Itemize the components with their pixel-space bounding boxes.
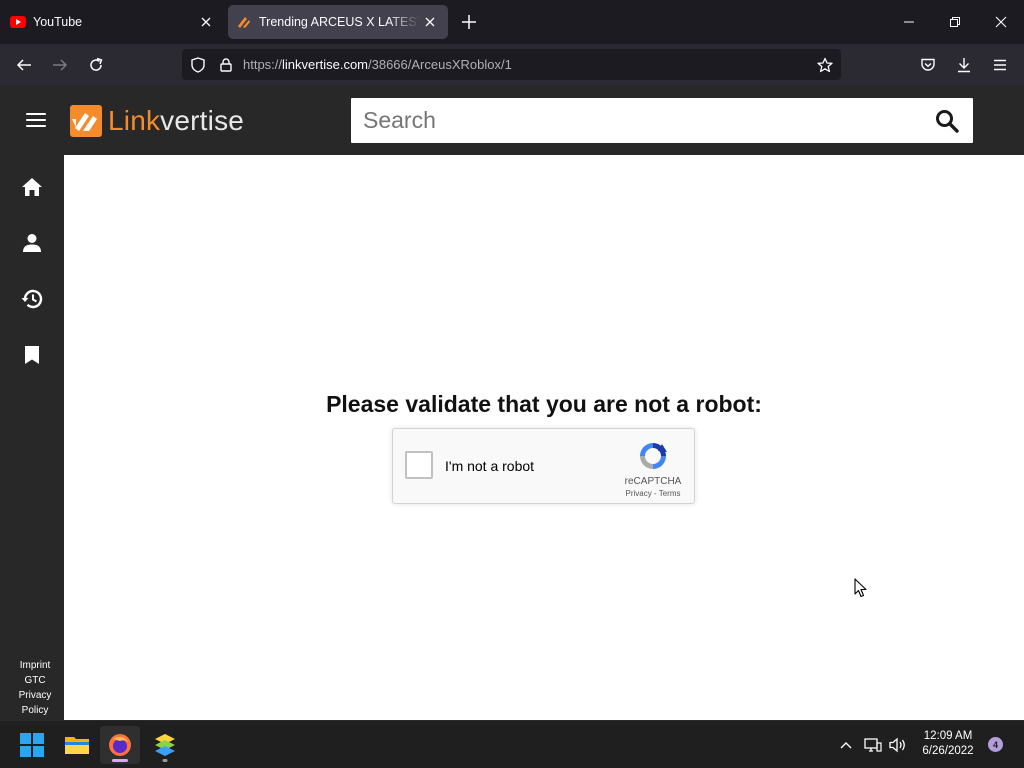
mouse-cursor-icon xyxy=(854,578,867,598)
site-sidebar: Imprint GTC Privacy Policy xyxy=(0,155,64,720)
captcha-checkbox[interactable] xyxy=(405,451,433,479)
search-input[interactable] xyxy=(351,98,911,143)
recaptcha-links[interactable]: Privacy - Terms xyxy=(615,489,691,498)
url-prefix: https:// xyxy=(243,57,283,72)
search-icon xyxy=(936,110,959,133)
close-icon xyxy=(995,16,1007,28)
clock-date: 6/26/2022 xyxy=(922,745,974,757)
sidebar-item-bookmarks[interactable] xyxy=(0,333,64,377)
arrow-left-icon xyxy=(16,59,31,71)
windows-taskbar: 12:09 AM 6/26/2022 4 xyxy=(0,720,1024,768)
downloads-button[interactable] xyxy=(951,52,977,78)
clock-time: 12:09 AM xyxy=(923,730,973,742)
gtc-link[interactable]: GTC xyxy=(0,673,70,688)
forward-button[interactable] xyxy=(47,52,73,78)
minimize-window-button[interactable] xyxy=(895,8,923,36)
new-tab-button[interactable] xyxy=(459,12,479,32)
captcha-prompt: Please validate that you are not a robot… xyxy=(326,391,762,417)
home-icon xyxy=(22,178,42,196)
chevron-up-icon xyxy=(840,742,852,749)
person-icon xyxy=(23,234,41,252)
pocket-icon xyxy=(921,58,935,71)
sidebar-footer: Imprint GTC Privacy Policy xyxy=(0,658,70,718)
back-button[interactable] xyxy=(11,52,37,78)
browser-tab-strip: YouTube Trending ARCEUS X LATEST VERSION xyxy=(0,0,1024,44)
volume-control[interactable] xyxy=(887,734,909,756)
tab-youtube[interactable]: YouTube xyxy=(0,0,224,44)
folder-icon xyxy=(65,737,89,754)
start-button[interactable] xyxy=(12,726,52,764)
reload-icon xyxy=(90,57,103,71)
imprint-link[interactable]: Imprint xyxy=(0,658,70,673)
tab-title: YouTube xyxy=(33,15,83,29)
browser-navigation-bar: https://linkvertise.com/38666/ArceusXRob… xyxy=(0,44,1024,85)
hamburger-line xyxy=(26,119,46,121)
main-content: Please validate that you are not a robot… xyxy=(64,155,1024,720)
captcha-label: I'm not a robot xyxy=(445,458,535,474)
taskbar-clock[interactable]: 12:09 AM 6/26/2022 xyxy=(912,729,984,759)
url-path: /38666/ArceusXRoblox/1 xyxy=(368,57,512,72)
hamburger-line xyxy=(26,125,46,127)
minimize-icon xyxy=(904,21,914,23)
restore-window-button[interactable] xyxy=(941,8,969,36)
url-domain: linkvertise.com xyxy=(282,57,368,72)
sidebar-item-profile[interactable] xyxy=(0,221,64,265)
menu-icon xyxy=(994,59,1006,71)
running-app-indicator xyxy=(162,759,168,762)
screen: YouTube Trending ARCEUS X LATEST VERSION xyxy=(0,0,1024,768)
shield-icon[interactable] xyxy=(187,54,209,76)
hamburger-line xyxy=(26,113,46,115)
lock-icon[interactable] xyxy=(215,54,237,76)
bookmark-star-icon[interactable] xyxy=(814,54,836,76)
restore-icon xyxy=(950,17,960,27)
network-status[interactable] xyxy=(862,734,884,756)
recaptcha-widget: I'm not a robot reCAPTCHA Privacy - Term… xyxy=(392,428,695,504)
linkvertise-logo[interactable]: Linkvertise xyxy=(70,104,244,138)
show-hidden-icons-button[interactable] xyxy=(835,734,857,756)
tab-linkvertise[interactable]: Trending ARCEUS X LATEST VERSION xyxy=(228,5,448,39)
history-icon xyxy=(21,289,43,309)
bluestacks-icon xyxy=(155,734,175,756)
logo-wordmark: Linkvertise xyxy=(108,105,244,137)
linkvertise-favicon xyxy=(236,14,252,30)
notification-badge[interactable]: 4 xyxy=(988,737,1003,752)
sidebar-item-history[interactable] xyxy=(0,277,64,321)
logo-word-link: Link xyxy=(108,105,161,136)
url-text[interactable]: https://linkvertise.com/38666/ArceusXRob… xyxy=(243,57,512,72)
close-tab-icon[interactable] xyxy=(196,12,216,32)
reload-button[interactable] xyxy=(83,52,109,78)
site-menu-button[interactable] xyxy=(23,108,49,132)
windows-logo-icon xyxy=(20,733,44,757)
search-button[interactable] xyxy=(933,107,961,135)
app-menu-button[interactable] xyxy=(987,52,1013,78)
site-header: Linkvertise xyxy=(0,85,1024,155)
site-search xyxy=(351,98,973,143)
recaptcha-logo-icon xyxy=(640,443,667,469)
privacy-policy-link[interactable]: Privacy Policy xyxy=(13,688,57,718)
close-window-button[interactable] xyxy=(987,8,1015,36)
arrow-right-icon xyxy=(53,59,68,71)
youtube-icon xyxy=(10,14,26,30)
bookmark-icon xyxy=(25,346,39,364)
taskbar-bluestacks[interactable] xyxy=(145,726,185,764)
logo-word-vertise: vertise xyxy=(160,105,245,136)
taskbar-firefox[interactable] xyxy=(100,726,140,764)
linkvertise-logo-icon xyxy=(70,105,102,137)
volume-icon xyxy=(889,737,905,753)
network-icon xyxy=(864,738,882,752)
address-bar[interactable]: https://linkvertise.com/38666/ArceusXRob… xyxy=(182,49,841,80)
pocket-button[interactable] xyxy=(915,52,941,78)
download-icon xyxy=(958,58,970,73)
recaptcha-brand: reCAPTCHA xyxy=(624,476,682,487)
taskbar-file-explorer[interactable] xyxy=(57,726,97,764)
sidebar-item-home[interactable] xyxy=(0,165,64,209)
plus-icon xyxy=(462,15,476,29)
tab-title: Trending ARCEUS X LATEST VERSION xyxy=(259,15,420,29)
active-app-indicator xyxy=(112,759,128,762)
firefox-icon xyxy=(109,734,131,756)
close-tab-icon[interactable] xyxy=(420,12,440,32)
